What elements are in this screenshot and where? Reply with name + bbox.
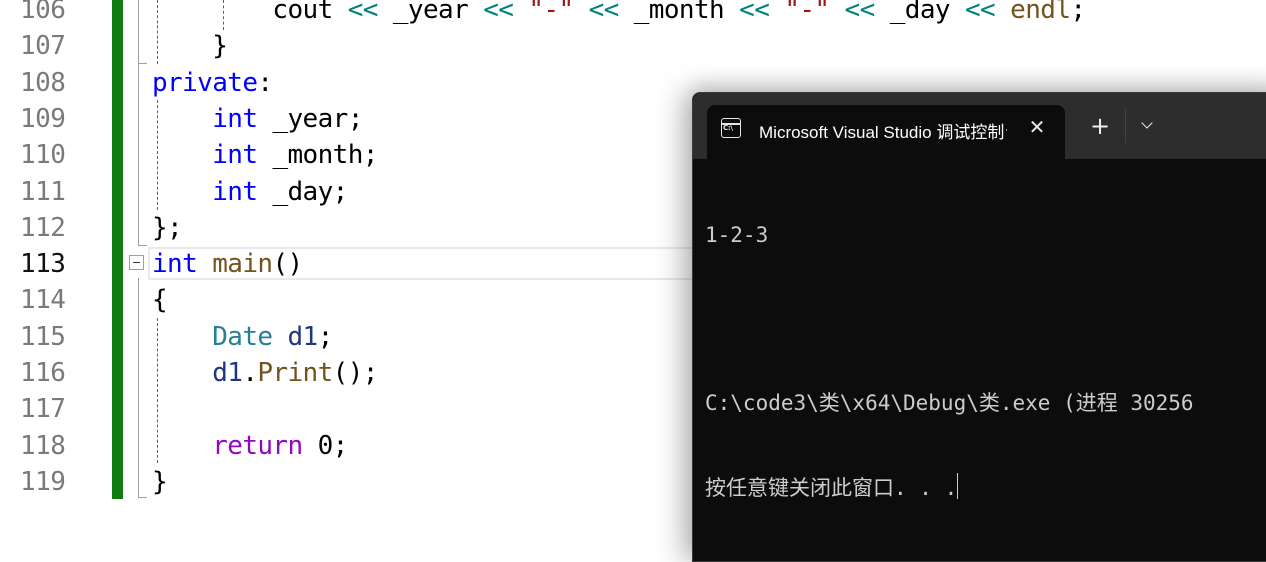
code-token-op: <<	[739, 0, 770, 25]
line-number: 115	[20, 321, 66, 352]
code-token-kw: private	[152, 67, 258, 98]
code-token-plain: ;	[1070, 0, 1086, 25]
code-token-var: d1	[212, 358, 243, 388]
code-line[interactable]: 106 cout << _year << "-" << _month << "-…	[0, 0, 1266, 28]
console-line: 1-2-3	[705, 223, 769, 247]
code-text: int _day;	[152, 174, 348, 210]
code-text: cout << _year << "-" << _month << "-" <<…	[152, 0, 1086, 28]
terminal-tab[interactable]: C:\ Microsoft Visual Studio 调试控制台 ✕	[707, 105, 1065, 159]
code-text: };	[152, 210, 183, 246]
code-line[interactable]: 107 }	[0, 28, 1266, 64]
console-prompt-text: 按任意键关闭此窗口. . .	[705, 476, 958, 500]
code-token-fn: endl	[1010, 0, 1071, 25]
console-output[interactable]: 1-2-3 C:\code3\类\x64\Debug\类.exe (进程 302…	[705, 165, 1266, 557]
code-text: int main()	[152, 246, 303, 282]
new-tab-button[interactable]: +	[1085, 111, 1115, 141]
debug-console-window[interactable]: C:\ Microsoft Visual Studio 调试控制台 ✕ + 1-…	[692, 92, 1266, 562]
code-token-plain: }	[152, 31, 228, 62]
line-number: 108	[20, 67, 66, 98]
code-token-plain: _year	[377, 0, 484, 25]
code-token-op: <<	[483, 0, 514, 25]
code-token-kw: int	[212, 176, 258, 207]
code-token-plain: };	[152, 212, 183, 243]
code-token-kw: int	[212, 140, 258, 171]
line-number: 106	[20, 0, 66, 25]
tab-title: Microsoft Visual Studio 调试控制台	[759, 123, 1007, 142]
code-token-num: 0	[317, 430, 334, 461]
code-token-kw: int	[152, 249, 198, 280]
chevron-down-icon[interactable]	[1133, 111, 1163, 141]
code-token-plain: _day	[874, 0, 965, 25]
line-number: 111	[20, 176, 66, 207]
code-text: }	[152, 28, 228, 64]
line-number: 114	[20, 285, 66, 316]
code-token-plain: cout	[152, 0, 348, 25]
line-number: 113	[20, 249, 66, 280]
code-text: Date d1;	[152, 319, 333, 355]
code-token-op: <<	[844, 0, 876, 25]
console-line: C:\code3\类\x64\Debug\类.exe (进程 30256	[705, 391, 1194, 415]
code-token-str: "-"	[528, 0, 574, 25]
console-icon: C:\	[721, 118, 741, 138]
close-tab-icon[interactable]: ✕	[1023, 113, 1051, 141]
code-token-str: "-"	[784, 0, 830, 25]
code-token-plain: {	[152, 285, 168, 316]
code-token-op: <<	[964, 0, 996, 25]
code-token-plain: _month;	[257, 140, 378, 171]
code-token-plain: }	[152, 466, 168, 497]
text-cursor	[957, 473, 959, 499]
line-number: 112	[20, 212, 66, 243]
code-token-plain: ;	[332, 430, 349, 461]
console-line: 按任意键关闭此窗口. . .	[705, 473, 1266, 501]
code-token-fn: main	[212, 249, 273, 280]
line-number: 116	[20, 358, 66, 388]
code-text: return 0;	[152, 428, 348, 464]
terminal-titlebar[interactable]: C:\ Microsoft Visual Studio 调试控制台 ✕ +	[693, 93, 1266, 159]
code-text: int _year;	[152, 101, 363, 137]
line-number: 119	[20, 466, 66, 497]
line-number: 107	[20, 31, 66, 62]
code-text: }	[152, 464, 168, 500]
code-token-plain: ;	[317, 321, 334, 352]
code-text: d1.Print();	[152, 355, 378, 391]
code-token-plain: _year;	[257, 103, 363, 134]
code-text: {	[152, 282, 168, 318]
line-number: 117	[20, 394, 66, 425]
code-token-op: <<	[347, 0, 379, 25]
titlebar-separator	[1125, 109, 1126, 143]
code-token-plain: _month	[618, 0, 740, 25]
code-token-fn: Print	[257, 358, 333, 388]
code-token-var: d1	[287, 321, 319, 352]
line-number: 110	[20, 140, 66, 171]
code-token-plain: :	[257, 67, 273, 98]
line-number: 118	[20, 430, 66, 461]
code-token-plain: .	[242, 358, 258, 388]
code-text: private:	[152, 65, 273, 101]
code-token-plain: _day;	[257, 176, 348, 207]
code-token-ret: return	[212, 430, 303, 461]
code-token-plain: ()	[272, 249, 303, 280]
code-token-ty: Date	[212, 321, 273, 352]
code-token-op: <<	[588, 0, 620, 25]
code-token-plain: ();	[332, 358, 379, 388]
code-text: int _month;	[152, 137, 378, 173]
line-number: 109	[20, 103, 66, 134]
code-token-kw: int	[212, 103, 258, 134]
